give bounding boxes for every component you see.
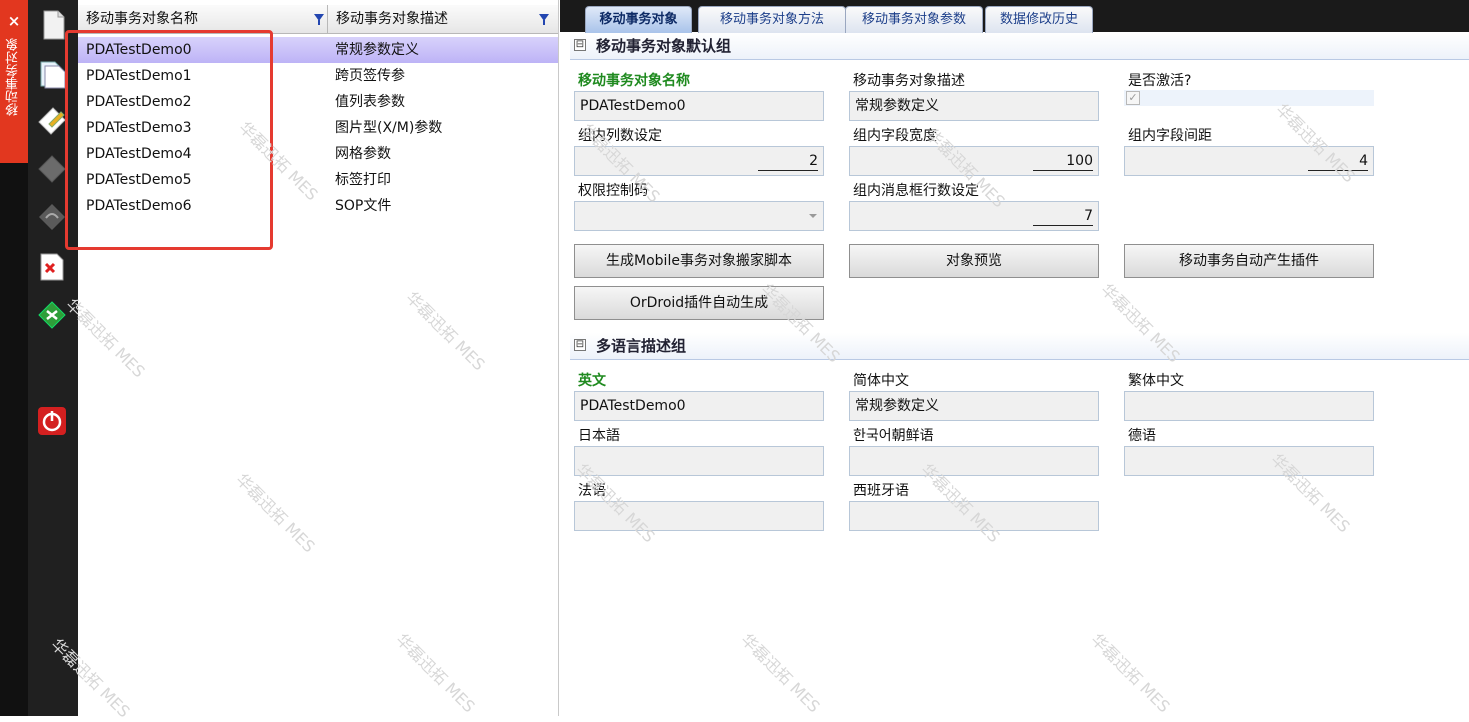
cols-field[interactable]: 2 bbox=[574, 146, 824, 176]
spacing-label: 组内字段间距 bbox=[1128, 128, 1212, 144]
column-header-desc[interactable]: 移动事务对象描述 bbox=[328, 5, 558, 33]
rows-label: 组内消息框行数设定 bbox=[853, 183, 979, 199]
auto-plugin-button[interactable]: 移动事务自动产生插件 bbox=[1124, 244, 1374, 278]
side-tab-module[interactable]: × 移动事务对象 bbox=[0, 0, 28, 163]
row-desc: 标签打印 bbox=[335, 172, 391, 188]
spanish-label: 西班牙语 bbox=[853, 483, 909, 499]
perm-label: 权限控制码 bbox=[578, 183, 648, 199]
tab-object[interactable]: 移动事务对象 bbox=[585, 6, 692, 33]
collapse-icon[interactable]: ⊟ bbox=[574, 339, 586, 351]
english-label: 英文 bbox=[578, 373, 606, 389]
spacing-field[interactable]: 4 bbox=[1124, 146, 1374, 176]
simplified-chinese-field[interactable]: 常规参数定义 bbox=[849, 391, 1099, 421]
cols-value: 2 bbox=[758, 152, 818, 171]
rows-value: 7 bbox=[1033, 207, 1093, 226]
open-document-icon[interactable] bbox=[35, 56, 69, 90]
german-label: 德语 bbox=[1128, 428, 1156, 444]
chevron-down-icon bbox=[809, 214, 817, 218]
traditional-chinese-label: 繁体中文 bbox=[1128, 373, 1184, 389]
row-desc: 常规参数定义 bbox=[335, 42, 419, 58]
english-field[interactable]: PDATestDemo0 bbox=[574, 391, 824, 421]
desc-label: 移动事务对象描述 bbox=[853, 73, 965, 89]
delete-grey-icon[interactable] bbox=[35, 152, 69, 186]
group-header-default[interactable]: ⊟ 移动事务对象默认组 bbox=[570, 33, 1469, 60]
filter-icon[interactable] bbox=[314, 14, 324, 25]
french-label: 法语 bbox=[578, 483, 606, 499]
group-title: 多语言描述组 bbox=[596, 337, 687, 355]
row-desc: SOP文件 bbox=[335, 198, 392, 214]
active-checkbox[interactable]: ✓ bbox=[1126, 91, 1140, 105]
row-desc: 值列表参数 bbox=[335, 94, 405, 110]
side-tab-strip: × 移动事务对象 bbox=[0, 0, 28, 716]
object-preview-button[interactable]: 对象预览 bbox=[849, 244, 1099, 278]
row-desc: 网格参数 bbox=[335, 146, 391, 162]
width-field[interactable]: 100 bbox=[849, 146, 1099, 176]
group-title: 移动事务对象默认组 bbox=[596, 37, 732, 55]
tab-object-methods[interactable]: 移动事务对象方法 bbox=[698, 6, 846, 33]
row-desc: 图片型(X/M)参数 bbox=[335, 120, 443, 136]
generate-script-button[interactable]: 生成Mobile事务对象搬家脚本 bbox=[574, 244, 824, 278]
edit-pencil-icon[interactable] bbox=[35, 104, 69, 138]
ordroid-plugin-button[interactable]: OrDroid插件自动生成 bbox=[574, 286, 824, 320]
power-exit-icon[interactable] bbox=[35, 404, 69, 438]
width-value: 100 bbox=[1033, 152, 1093, 171]
collapse-icon[interactable]: ⊟ bbox=[574, 39, 586, 51]
desc-field[interactable]: 常规参数定义 bbox=[849, 91, 1099, 121]
french-field[interactable] bbox=[574, 501, 824, 531]
name-field[interactable]: PDATestDemo0 bbox=[574, 91, 824, 121]
japanese-field[interactable] bbox=[574, 446, 824, 476]
spanish-field[interactable] bbox=[849, 501, 1099, 531]
active-label: 是否激活? bbox=[1128, 73, 1192, 89]
column-header-desc-label: 移动事务对象描述 bbox=[336, 11, 448, 27]
filter-icon[interactable] bbox=[539, 14, 549, 25]
tab-data-history[interactable]: 数据修改历史 bbox=[985, 6, 1093, 33]
cancel-icon[interactable] bbox=[35, 250, 69, 284]
german-field[interactable] bbox=[1124, 446, 1374, 476]
japanese-label: 日本語 bbox=[578, 428, 620, 444]
close-icon[interactable]: × bbox=[0, 12, 28, 30]
export-excel-icon[interactable] bbox=[35, 298, 69, 332]
undo-icon[interactable] bbox=[35, 200, 69, 234]
column-header-name[interactable]: 移动事务对象名称 bbox=[78, 5, 328, 33]
traditional-chinese-field[interactable] bbox=[1124, 391, 1374, 421]
column-header-name-label: 移动事务对象名称 bbox=[86, 11, 198, 27]
tab-object-params[interactable]: 移动事务对象参数 bbox=[845, 6, 983, 33]
side-tab-label: 移动事务对象 bbox=[6, 38, 21, 116]
detail-panel: 移动事务对象 移动事务对象方法 移动事务对象参数 数据修改历史 ⊟ 移动事务对象… bbox=[560, 0, 1469, 716]
korean-field[interactable] bbox=[849, 446, 1099, 476]
korean-label: 한국어朝鲜语 bbox=[853, 428, 934, 444]
name-label: 移动事务对象名称 bbox=[578, 73, 690, 89]
tab-bar: 移动事务对象 移动事务对象方法 移动事务对象参数 数据修改历史 bbox=[560, 0, 1469, 33]
simplified-chinese-label: 简体中文 bbox=[853, 373, 909, 389]
annotation-highlight-box bbox=[65, 30, 273, 250]
cols-label: 组内列数设定 bbox=[578, 128, 662, 144]
spacing-value: 4 bbox=[1308, 152, 1368, 171]
active-field: ✓ bbox=[1124, 90, 1374, 106]
rows-field[interactable]: 7 bbox=[849, 201, 1099, 231]
group-header-multilang[interactable]: ⊟ 多语言描述组 bbox=[570, 333, 1469, 360]
width-label: 组内字段宽度 bbox=[853, 128, 937, 144]
perm-dropdown[interactable] bbox=[574, 201, 824, 231]
row-desc: 跨页签传参 bbox=[335, 68, 405, 84]
new-document-icon[interactable] bbox=[35, 8, 69, 42]
